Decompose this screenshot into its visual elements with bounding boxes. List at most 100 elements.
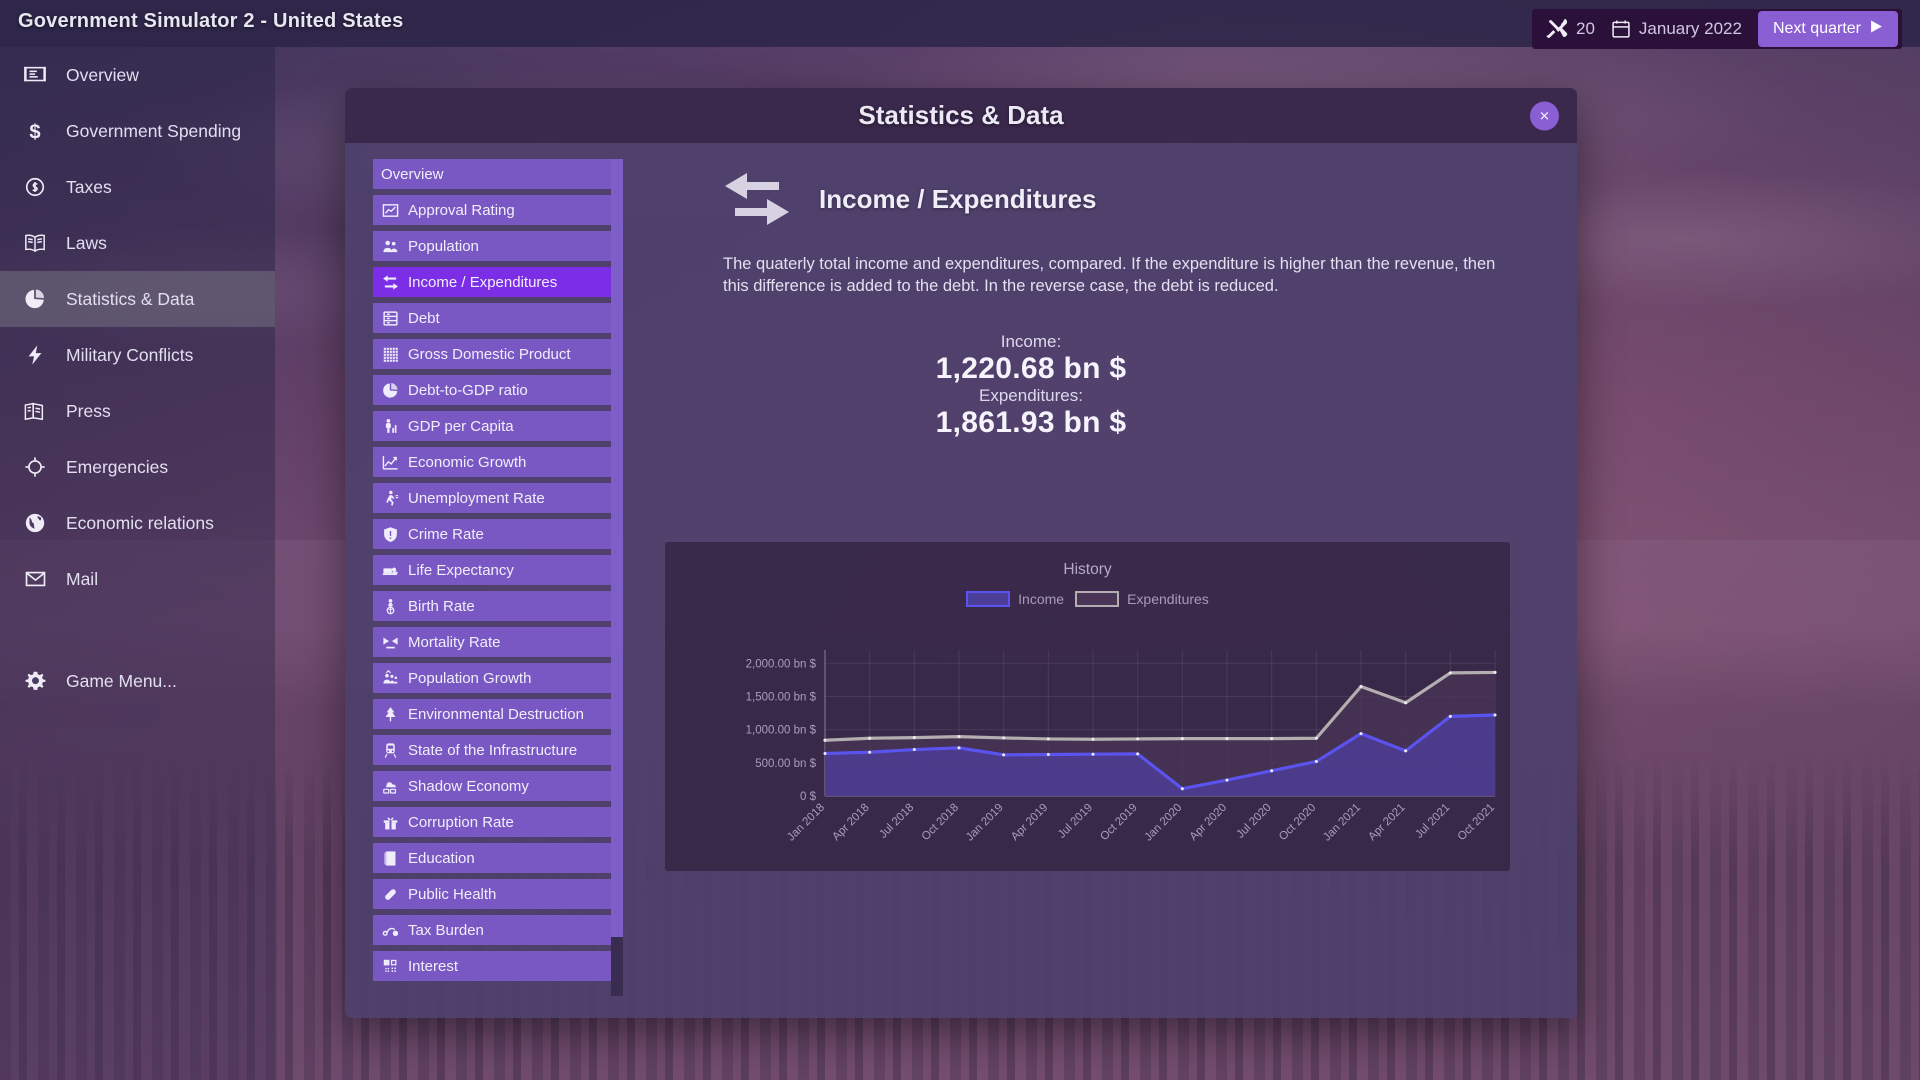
stat-list-item-label: Environmental Destruction — [408, 705, 584, 723]
detail-description: The quaterly total income and expenditur… — [723, 255, 1496, 295]
stat-list-item[interactable]: Life Expectancy — [373, 555, 611, 585]
sidebar-item-label: Economic relations — [66, 512, 214, 533]
stat-list-item-label: GDP per Capita — [408, 417, 514, 435]
stat-list-item-label: Approval Rating — [408, 201, 515, 219]
next-quarter-button[interactable]: Next quarter — [1757, 11, 1898, 47]
stat-list-item[interactable]: Economic Growth — [373, 447, 611, 477]
stat-list-item[interactable]: Income / Expenditures — [373, 267, 611, 297]
stat-list-item[interactable]: Public Health — [373, 879, 611, 909]
stat-list-item[interactable]: Education — [373, 843, 611, 873]
stat-list-item[interactable]: Birth Rate — [373, 591, 611, 621]
window-title: Government Simulator 2 - United States — [18, 10, 404, 32]
stat-list-item[interactable]: Debt-to-GDP ratio — [373, 375, 611, 405]
dialog-body: Overview Approval Rating Population Income … — [345, 143, 1577, 1018]
data-point — [1314, 759, 1318, 763]
statistics-list-panel: Overview Approval Rating Population Income … — [373, 159, 623, 996]
legend-label: Income — [1018, 591, 1065, 607]
resource-value: 20 — [1576, 19, 1595, 38]
income-label: Income: — [1000, 331, 1062, 351]
stat-list-item-label: Debt-to-GDP ratio — [408, 381, 528, 399]
sidebar-item-label: Military Conflicts — [66, 344, 194, 365]
stat-list-item[interactable]: Crime Rate — [373, 519, 611, 549]
dialog-title: Statistics & Data — [858, 100, 1064, 130]
dialog-header: Statistics & Data ✕ — [345, 88, 1577, 143]
sidebar-item-label: Statistics & Data — [66, 288, 195, 309]
statistics-list-scrollbar[interactable] — [611, 159, 623, 996]
stat-list-item[interactable]: Gross Domestic Product — [373, 339, 611, 369]
data-point — [1225, 778, 1229, 782]
link-icon — [381, 922, 399, 939]
stat-list-item[interactable]: State of the Infrastructure — [373, 735, 611, 765]
gear-icon — [22, 670, 48, 693]
x-axis-tick-label: Apr 2019 — [1009, 802, 1050, 843]
main-navigation-sidebar: Overview $ Government Spending Taxes Law… — [0, 47, 275, 1080]
stat-list-item[interactable]: Approval Rating — [373, 195, 611, 225]
detail-header: Income / Expenditures — [645, 143, 1577, 227]
hospital-bed-icon — [381, 562, 399, 579]
stat-list-item[interactable]: Corruption Rate — [373, 807, 611, 837]
data-point — [1493, 670, 1497, 674]
sidebar-item-military-conflicts[interactable]: Military Conflicts — [0, 327, 275, 383]
data-point — [1404, 749, 1408, 753]
people-growth-icon — [381, 669, 399, 687]
statistics-dialog: Statistics & Data ✕ Overview Approval Rat… — [345, 88, 1577, 1018]
data-point — [957, 746, 961, 750]
stat-list-item[interactable]: Interest — [373, 951, 611, 981]
data-point — [1404, 701, 1408, 705]
sidebar-item-overview[interactable]: Overview — [0, 47, 275, 103]
sidebar-item-mail[interactable]: Mail — [0, 551, 275, 607]
sidebar-item-label: Government Spending — [66, 120, 242, 141]
chart-up-icon — [381, 202, 399, 219]
book-icon — [22, 232, 48, 254]
sidebar-item-statistics-and-data[interactable]: Statistics & Data — [0, 271, 275, 327]
legend-entry[interactable]: Income — [966, 591, 1064, 607]
stat-list-item-label: Overview — [381, 165, 444, 183]
data-point — [868, 736, 872, 740]
stat-list-item[interactable]: Debt — [373, 303, 611, 333]
sidebar-item-taxes[interactable]: Taxes — [0, 159, 275, 215]
legend-swatch — [1075, 591, 1120, 607]
sidebar-item-game-menu[interactable]: Game Menu... — [0, 653, 275, 709]
y-axis-tick-label: 1,000.00 bn $ — [746, 725, 817, 737]
presentation-icon — [22, 64, 48, 86]
data-point — [1046, 737, 1050, 741]
data-point — [1091, 737, 1095, 741]
stat-list-item[interactable]: Population — [373, 231, 611, 261]
stat-list-item[interactable]: Unemployment Rate — [373, 483, 611, 513]
history-chart-card: History Income Expenditures 0 $ 500.00 bn … — [665, 542, 1510, 871]
hourglass-icon — [381, 634, 399, 651]
stat-list-item[interactable]: Overview — [373, 159, 611, 189]
close-icon[interactable]: ✕ — [1530, 101, 1559, 130]
sidebar-item-label: Mail — [66, 568, 99, 589]
data-point — [823, 738, 827, 742]
data-point — [823, 752, 827, 756]
stat-list-item[interactable]: GDP per Capita — [373, 411, 611, 441]
data-point — [912, 748, 916, 752]
data-point — [1493, 713, 1497, 717]
sidebar-item-emergencies[interactable]: Emergencies — [0, 439, 275, 495]
stat-list-item-label: Population Growth — [408, 669, 532, 687]
stat-list-item[interactable]: Population Growth — [373, 663, 611, 693]
sidebar-item-press[interactable]: Press — [0, 383, 275, 439]
data-point — [1091, 752, 1095, 756]
stat-list-item-label: Economic Growth — [408, 453, 527, 471]
bolt-icon — [22, 344, 48, 366]
history-chart-plot: 0 $ 500.00 bn $ 1,000.00 bn $ 1,500.00 bn $… — [746, 650, 1497, 844]
sidebar-item-laws[interactable]: Laws — [0, 215, 275, 271]
stat-list-item[interactable]: Environmental Destruction — [373, 699, 611, 729]
y-axis-tick-label: 0 $ — [800, 791, 817, 803]
legend-entry[interactable]: Expenditures — [1075, 591, 1209, 607]
x-axis-tick-label: Jan 2019 — [964, 802, 1006, 844]
grid-icon — [381, 346, 399, 363]
stat-list-item-label: State of the Infrastructure — [408, 741, 578, 759]
stat-list-item[interactable]: Tax Burden — [373, 915, 611, 945]
stat-list-item-label: Tax Burden — [408, 921, 484, 939]
scrollbar-thumb[interactable] — [611, 159, 623, 938]
x-axis-tick-label: Oct 2019 — [1098, 802, 1139, 843]
stat-list-item[interactable]: Shadow Economy — [373, 771, 611, 801]
sidebar-item-economic-relations[interactable]: Economic relations — [0, 495, 275, 551]
data-point — [1002, 736, 1006, 740]
sidebar-item-government-spending[interactable]: $ Government Spending — [0, 103, 275, 159]
stat-list-item[interactable]: Mortality Rate — [373, 627, 611, 657]
